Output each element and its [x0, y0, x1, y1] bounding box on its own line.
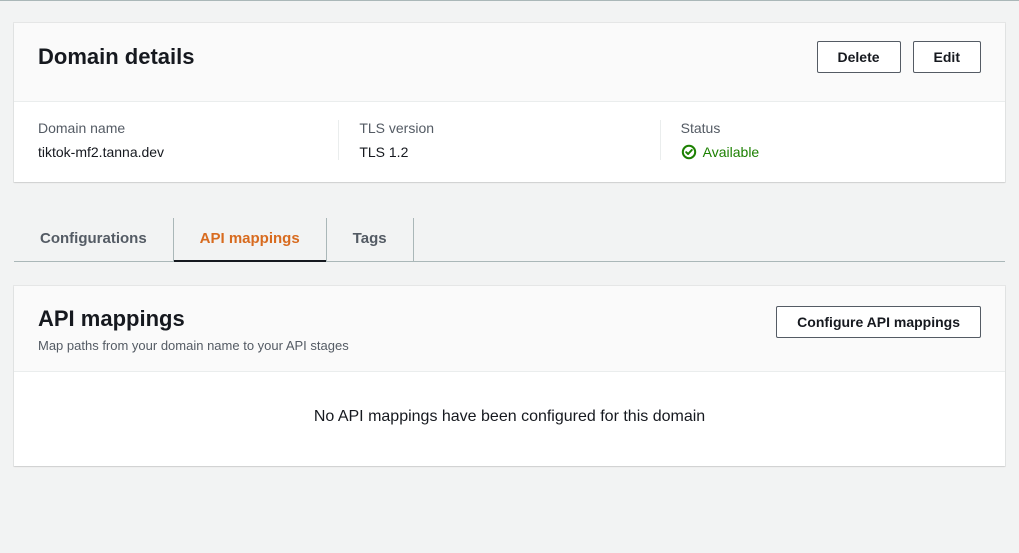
api-mappings-head-left: API mappings Map paths from your domain …	[38, 306, 349, 353]
tab-configurations[interactable]: Configurations	[14, 218, 174, 261]
configure-api-mappings-button[interactable]: Configure API mappings	[776, 306, 981, 338]
delete-button[interactable]: Delete	[817, 41, 901, 73]
domain-name-value: tiktok-mf2.tanna.dev	[38, 144, 318, 160]
tls-version-value: TLS 1.2	[359, 144, 639, 160]
api-mappings-title: API mappings	[38, 306, 349, 332]
tls-version-label: TLS version	[359, 120, 639, 136]
tab-tags[interactable]: Tags	[327, 218, 414, 261]
col-tls-version: TLS version TLS 1.2	[339, 120, 660, 160]
domain-details-card: Domain details Delete Edit Domain name t…	[14, 23, 1005, 182]
tabs: Configurations API mappings Tags	[14, 218, 1005, 262]
api-mappings-subtitle: Map paths from your domain name to your …	[38, 338, 349, 353]
col-domain-name: Domain name tiktok-mf2.tanna.dev	[38, 120, 339, 160]
api-mappings-empty-state: No API mappings have been configured for…	[14, 371, 1005, 466]
domain-details-header: Domain details Delete Edit	[14, 23, 1005, 101]
check-circle-icon	[681, 144, 697, 160]
edit-button[interactable]: Edit	[913, 41, 981, 73]
domain-details-actions: Delete Edit	[817, 41, 981, 73]
api-mappings-card: API mappings Map paths from your domain …	[14, 286, 1005, 466]
api-mappings-header: API mappings Map paths from your domain …	[14, 286, 1005, 371]
col-status: Status Available	[661, 120, 981, 160]
status-badge: Available	[681, 144, 961, 160]
domain-details-body: Domain name tiktok-mf2.tanna.dev TLS ver…	[14, 101, 1005, 182]
tab-api-mappings[interactable]: API mappings	[174, 218, 327, 261]
status-value: Available	[703, 144, 760, 160]
domain-details-title: Domain details	[38, 44, 194, 70]
status-label: Status	[681, 120, 961, 136]
domain-name-label: Domain name	[38, 120, 318, 136]
